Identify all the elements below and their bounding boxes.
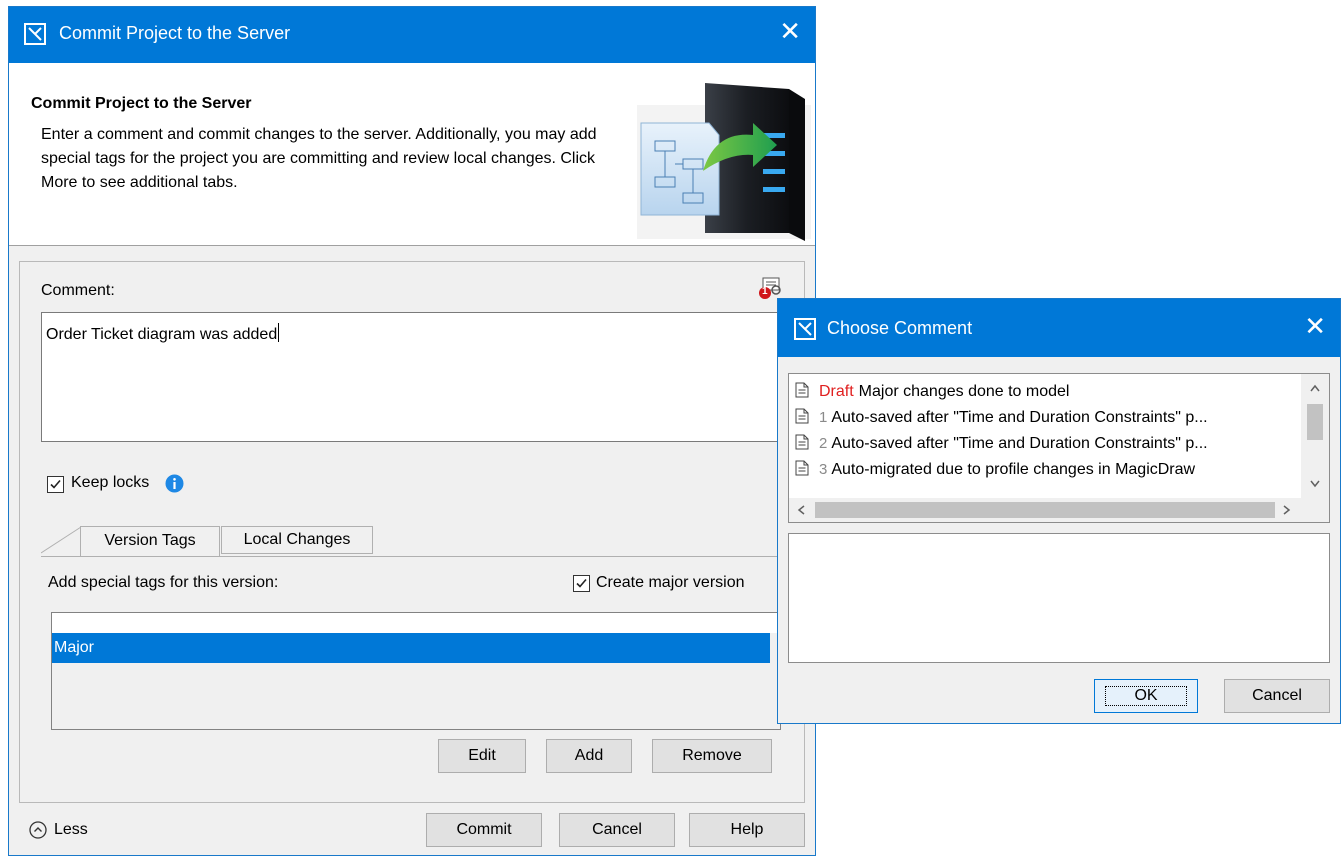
version-number: 2 — [819, 435, 828, 452]
tab-local-changes[interactable]: Local Changes — [221, 526, 373, 554]
scroll-left-icon[interactable] — [797, 505, 805, 515]
vertical-scrollbar[interactable] — [1301, 374, 1329, 498]
list-item[interactable]: 3 Auto-migrated due to profile changes in… — [795, 458, 1195, 482]
list-item[interactable]: 1 Auto-saved after "Time and Duration Con… — [795, 406, 1208, 430]
list-item[interactable]: Draft Major changes done to model — [795, 380, 1069, 404]
tags-list-blank-row — [52, 613, 780, 633]
server-commit-illustration — [637, 83, 811, 241]
tag-row-major[interactable]: Major — [52, 633, 770, 663]
horizontal-scrollbar[interactable] — [789, 498, 1329, 522]
draft-tag: Draft — [819, 383, 854, 400]
choose-titlebar[interactable]: Choose Comment ✕ — [778, 299, 1340, 357]
comment-textarea[interactable]: Order Ticket diagram was added — [41, 312, 787, 442]
commit-button-label: Commit — [456, 821, 512, 838]
edit-button[interactable]: Edit — [438, 739, 526, 773]
window-title: Commit Project to the Server — [59, 23, 291, 43]
version-number: 3 — [819, 461, 828, 478]
scroll-right-icon[interactable] — [1283, 505, 1291, 515]
dialog-header: Commit Project to the Server Enter a com… — [9, 63, 815, 246]
horizontal-scroll-thumb[interactable] — [815, 502, 1275, 518]
scroll-down-icon[interactable] — [1310, 480, 1320, 488]
edit-button-label: Edit — [468, 747, 496, 764]
cancel-button[interactable]: Cancel — [559, 813, 675, 847]
document-icon — [795, 382, 809, 398]
app-window-icon — [794, 318, 816, 340]
content-panel: Comment: 1 Order Ticket diagram was adde… — [19, 261, 805, 803]
document-icon — [795, 408, 809, 424]
tab-version-tags[interactable]: Version Tags — [80, 526, 220, 556]
comment-history-icon[interactable]: 1 — [758, 276, 782, 300]
keep-locks-checkbox[interactable] — [47, 476, 64, 493]
choose-cancel-button-label: Cancel — [1252, 687, 1302, 704]
choose-cancel-button[interactable]: Cancel — [1224, 679, 1330, 713]
comment-label: Comment: — [41, 282, 115, 299]
comment-history-list[interactable]: Draft Major changes done to model 1 Auto-s… — [788, 373, 1330, 523]
add-button-label: Add — [574, 747, 604, 764]
tab-divider — [41, 556, 787, 557]
scroll-up-icon[interactable] — [1310, 384, 1320, 392]
document-icon — [795, 434, 809, 450]
add-button[interactable]: Add — [546, 739, 632, 773]
comment-badge: 1 — [762, 286, 768, 297]
tags-list[interactable]: Major — [51, 612, 781, 730]
list-item[interactable]: 2 Auto-saved after "Time and Duration Con… — [795, 432, 1208, 456]
ok-button-label: OK — [1105, 686, 1187, 706]
vertical-scroll-thumb[interactable] — [1307, 404, 1323, 440]
ok-button[interactable]: OK — [1094, 679, 1198, 713]
tab-local-changes-label: Local Changes — [243, 531, 351, 548]
list-item-text: Auto-migrated due to profile changes in … — [831, 461, 1196, 478]
create-major-label: Create major version — [596, 574, 745, 591]
choose-comment-dialog: Choose Comment ✕ Draft Major changes done… — [777, 298, 1341, 724]
tags-label: Add special tags for this version: — [48, 574, 279, 591]
less-label[interactable]: Less — [54, 821, 88, 839]
help-button[interactable]: Help — [689, 813, 805, 847]
main-titlebar[interactable]: Commit Project to the Server ✕ — [9, 7, 815, 63]
list-item-text: Auto-saved after "Time and Duration Cons… — [831, 409, 1208, 426]
list-item-text: Auto-saved after "Time and Duration Cons… — [831, 435, 1208, 452]
remove-button-label: Remove — [682, 747, 742, 764]
text-cursor — [278, 323, 280, 342]
close-icon[interactable]: ✕ — [779, 17, 801, 47]
commit-project-dialog: Commit Project to the Server ✕ Commit Pr… — [8, 6, 816, 856]
close-icon[interactable]: ✕ — [1304, 312, 1326, 342]
cancel-button-label: Cancel — [592, 821, 642, 838]
info-icon[interactable] — [165, 474, 184, 493]
comment-text: Order Ticket diagram was added — [46, 323, 280, 344]
create-major-checkbox[interactable] — [573, 575, 590, 592]
app-window-icon — [24, 23, 46, 45]
help-button-label: Help — [730, 821, 764, 838]
commit-button[interactable]: Commit — [426, 813, 542, 847]
header-title: Commit Project to the Server — [31, 95, 252, 112]
tag-row-label: Major — [54, 639, 95, 656]
remove-button[interactable]: Remove — [652, 739, 772, 773]
choose-window-title: Choose Comment — [827, 318, 973, 338]
tab-version-tags-label: Version Tags — [104, 532, 196, 549]
version-number: 1 — [819, 409, 828, 426]
chevron-up-circle-icon[interactable] — [29, 821, 47, 839]
header-description: Enter a comment and commit changes to th… — [41, 126, 597, 191]
document-icon — [795, 460, 809, 476]
list-item-text: Major changes done to model — [858, 383, 1070, 400]
comment-preview-area[interactable] — [788, 533, 1330, 663]
keep-locks-label: Keep locks — [71, 474, 150, 491]
